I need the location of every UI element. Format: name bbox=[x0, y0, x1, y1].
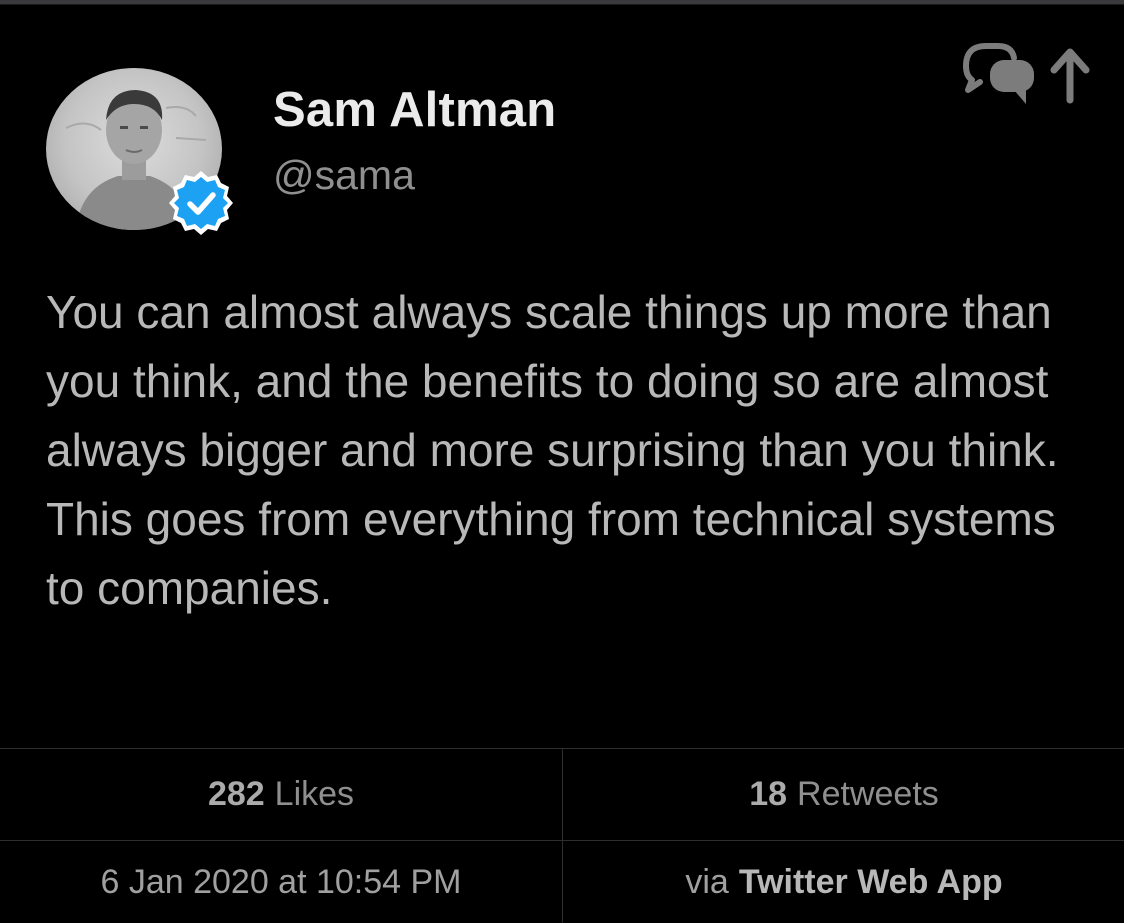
tweet-timestamp: 6 Jan 2020 at 10:54 PM bbox=[100, 862, 462, 901]
share-conversation-icon bbox=[963, 43, 1090, 104]
tweet-text: You can almost always scale things up mo… bbox=[46, 286, 1059, 614]
likes-label: Likes bbox=[274, 775, 355, 813]
source-prefix: via bbox=[685, 862, 729, 901]
retweets-stat[interactable]: 18 Retweets bbox=[563, 749, 1124, 840]
likes-stat[interactable]: 282 Likes bbox=[0, 749, 562, 840]
author-name[interactable]: Sam Altman bbox=[273, 82, 556, 138]
author-handle[interactable]: @sama bbox=[273, 152, 415, 199]
source-app[interactable]: Twitter Web App bbox=[739, 863, 1003, 902]
retweets-label: Retweets bbox=[797, 775, 939, 813]
tweet-source: via Twitter Web App bbox=[563, 841, 1124, 923]
likes-count: 282 bbox=[207, 775, 265, 813]
share-button[interactable] bbox=[956, 36, 1096, 110]
verified-badge-icon bbox=[169, 171, 233, 235]
avatar[interactable] bbox=[46, 68, 233, 235]
retweets-count: 18 bbox=[749, 775, 788, 813]
top-border bbox=[0, 0, 1124, 5]
